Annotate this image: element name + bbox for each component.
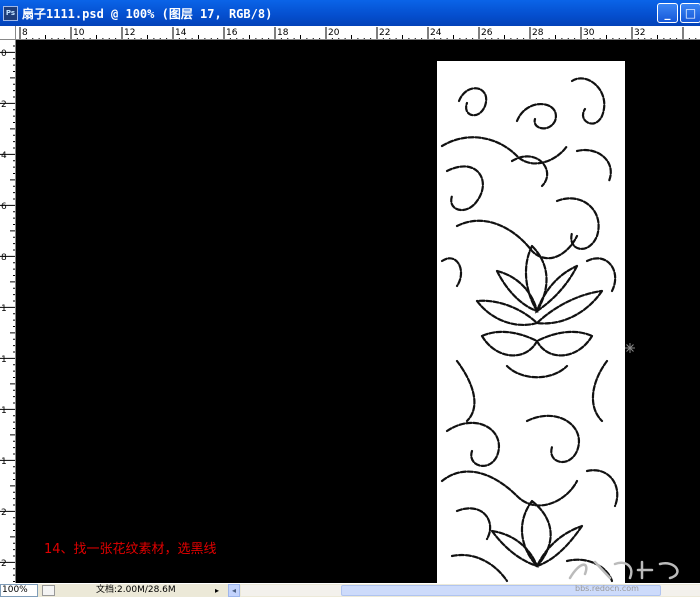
photoshop-app-icon[interactable]: Ps bbox=[3, 6, 18, 21]
ruler-label: 6 bbox=[1, 202, 7, 212]
document-title: 扇子1111.psd @ 100% (图层 17, RGB/8) bbox=[22, 7, 273, 21]
horizontal-ruler[interactable]: 8 10 12 14 16 18 20 22 24 26 28 30 32 bbox=[16, 26, 700, 40]
floral-line-art bbox=[440, 77, 619, 583]
ruler-label: 2 bbox=[1, 100, 7, 110]
ruler-label: 1 bbox=[1, 406, 7, 416]
ruler-label: 2 bbox=[1, 508, 7, 518]
ruler-label: 8 bbox=[22, 28, 28, 38]
vertical-ruler[interactable]: 0 2 4 6 8 1 1 1 1 2 2 bbox=[0, 40, 16, 583]
minimize-button[interactable]: _ bbox=[657, 3, 678, 23]
ruler-label: 0 bbox=[1, 49, 7, 59]
watermark-logo-icon bbox=[568, 560, 679, 580]
minimize-icon: _ bbox=[664, 6, 671, 20]
magic-wand-cursor-icon bbox=[625, 343, 635, 353]
ruler-label: 32 bbox=[634, 28, 645, 38]
ruler-label: 8 bbox=[1, 253, 7, 263]
ruler-label: 2 bbox=[1, 559, 7, 569]
tutorial-caption: 14、找一张花纹素材，选黑线 bbox=[44, 542, 217, 557]
ruler-label: 18 bbox=[277, 28, 289, 38]
ruler-label: 10 bbox=[73, 28, 85, 38]
document-canvas[interactable]: 14、找一张花纹素材，选黑线 bbox=[16, 40, 700, 583]
maximize-icon: □ bbox=[684, 6, 697, 20]
ruler-label: 1 bbox=[1, 355, 7, 365]
floral-pattern-image[interactable] bbox=[437, 61, 625, 583]
scroll-left-button[interactable]: ◂ bbox=[228, 584, 240, 597]
ruler-label: 24 bbox=[430, 28, 442, 38]
ruler-label: 28 bbox=[532, 28, 544, 38]
watermark-url: bbs.redocn.com bbox=[575, 584, 639, 593]
ruler-label: 16 bbox=[226, 28, 238, 38]
vertical-ruler-ticks: 0 2 4 6 8 1 1 1 1 2 2 bbox=[0, 45, 15, 582]
ruler-label: 1 bbox=[1, 304, 7, 314]
ruler-label: 1 bbox=[1, 457, 7, 467]
ruler-label: 22 bbox=[379, 28, 390, 38]
zoom-level-field[interactable]: 100% bbox=[0, 584, 38, 597]
ruler-origin-corner[interactable] bbox=[0, 26, 16, 40]
maximize-button[interactable]: □ bbox=[680, 3, 700, 23]
ruler-label: 20 bbox=[328, 28, 340, 38]
status-menu-arrow-icon[interactable]: ▸ bbox=[215, 585, 219, 596]
ruler-label: 4 bbox=[1, 151, 7, 161]
status-navigator-icon[interactable] bbox=[42, 585, 55, 596]
horizontal-ruler-ticks: 8 10 12 14 16 18 20 22 24 26 28 30 32 bbox=[19, 27, 697, 39]
document-size-info: 文档:2.00M/28.6M bbox=[96, 585, 176, 595]
document-title-bar: Ps 扇子1111.psd @ 100% (图层 17, RGB/8) _ □ bbox=[0, 0, 700, 26]
ruler-label: 30 bbox=[583, 28, 595, 38]
ruler-label: 12 bbox=[124, 28, 135, 38]
ruler-label: 14 bbox=[175, 28, 187, 38]
ruler-label: 26 bbox=[481, 28, 493, 38]
